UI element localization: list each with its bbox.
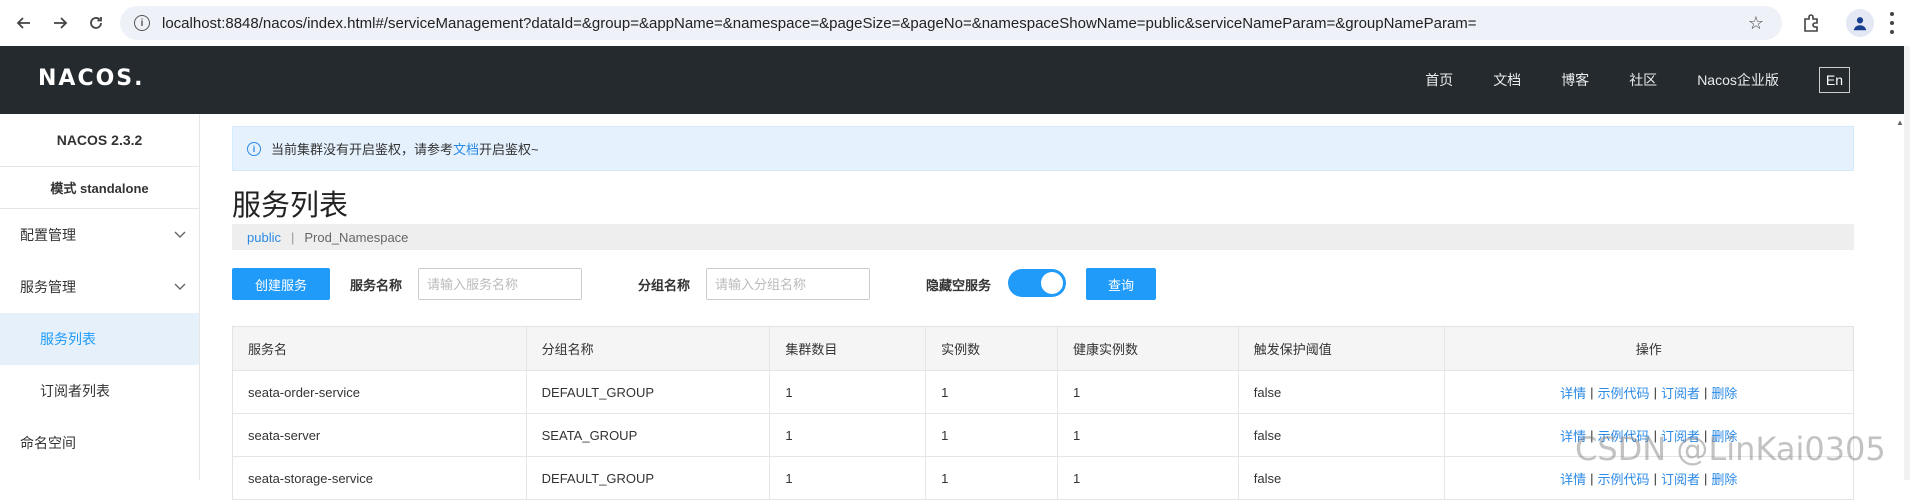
col-group-name: 分组名称 — [527, 327, 771, 370]
app-header: NACOS. 首页 文档 博客 社区 Nacos企业版 En — [0, 46, 1904, 114]
nav-community[interactable]: 社区 — [1629, 70, 1657, 90]
cell-group-name: DEFAULT_GROUP — [527, 371, 771, 413]
col-service-name: 服务名 — [233, 327, 527, 370]
nav-docs[interactable]: 文档 — [1493, 70, 1521, 90]
cell-operations: 详情 | 示例代码 | 订阅者 | 删除 — [1445, 371, 1853, 413]
op-separator: | — [1590, 470, 1594, 486]
col-cluster-count: 集群数目 — [770, 327, 927, 370]
namespace-prod[interactable]: Prod_Namespace — [304, 230, 408, 245]
sample-code-link[interactable]: 示例代码 — [1598, 469, 1650, 488]
address-bar[interactable]: i localhost:8848/nacos/index.html#/servi… — [120, 6, 1782, 40]
subscriber-link[interactable]: 订阅者 — [1661, 469, 1700, 488]
cell-service-name: seata-server — [233, 414, 527, 456]
bookmark-star-icon[interactable]: ☆ — [1748, 13, 1764, 34]
cell-instance-count: 1 — [926, 414, 1058, 456]
sidebar-mode: 模式 standalone — [0, 167, 199, 209]
info-icon: i — [247, 141, 261, 156]
language-switch-button[interactable]: En — [1818, 67, 1850, 93]
top-nav: 首页 文档 博客 社区 Nacos企业版 En — [1385, 46, 1850, 114]
create-service-button[interactable]: 创建服务 — [232, 268, 330, 300]
group-name-label: 分组名称 — [638, 278, 691, 293]
reload-icon[interactable] — [78, 5, 114, 41]
sidebar-item-label: 服务管理 — [20, 279, 76, 295]
sidebar-item-service-management[interactable]: 服务管理 — [0, 261, 199, 313]
service-table: 服务名 分组名称 集群数目 实例数 健康实例数 触发保护阈值 操作 seata-… — [232, 326, 1854, 500]
hide-empty-label: 隐藏空服务 — [926, 278, 992, 293]
extensions-icon[interactable] — [1796, 8, 1826, 38]
sidebar-item-service-list[interactable]: 服务列表 — [0, 313, 199, 365]
auth-notice: i 当前集群没有开启鉴权，请参考 文档 开启鉴权~ — [232, 126, 1854, 171]
cell-cluster-count: 1 — [770, 371, 927, 413]
table-row: seata-order-service DEFAULT_GROUP 1 1 1 … — [233, 371, 1853, 414]
cell-instance-count: 1 — [926, 371, 1058, 413]
sidebar-item-namespace[interactable]: 命名空间 — [0, 417, 199, 469]
profile-avatar-icon[interactable] — [1846, 9, 1874, 37]
sample-code-link[interactable]: 示例代码 — [1598, 383, 1650, 402]
col-operations: 操作 — [1635, 342, 1662, 357]
cell-instance-count: 1 — [926, 457, 1058, 499]
cell-service-name: seata-storage-service — [233, 457, 527, 499]
op-separator: | — [1653, 384, 1657, 400]
url-text[interactable]: localhost:8848/nacos/index.html#/service… — [162, 15, 1477, 32]
op-separator: | — [1703, 384, 1708, 400]
sidebar-item-label: 配置管理 — [20, 227, 76, 243]
op-separator: | — [1703, 470, 1708, 486]
table-header-row: 服务名 分组名称 集群数目 实例数 健康实例数 触发保护阈值 操作 — [233, 327, 1853, 371]
op-separator: | — [1590, 384, 1594, 400]
filter-bar: 创建服务 服务名称 分组名称 隐藏空服务 查询 — [232, 268, 1854, 300]
cell-service-name: seata-order-service — [233, 371, 527, 413]
cell-cluster-count: 1 — [770, 457, 927, 499]
namespace-bar: public | Prod_Namespace — [232, 224, 1854, 250]
op-separator: | — [1653, 470, 1657, 486]
col-healthy-count: 健康实例数 — [1058, 327, 1239, 370]
sidebar: NACOS 2.3.2 模式 standalone 配置管理 服务管理 服务列表… — [0, 114, 200, 480]
delete-link[interactable]: 删除 — [1711, 383, 1737, 402]
notice-suffix: 开启鉴权~ — [479, 142, 539, 157]
namespace-public[interactable]: public — [247, 230, 281, 245]
cell-cluster-count: 1 — [770, 414, 927, 456]
sidebar-item-subscriber-list[interactable]: 订阅者列表 — [0, 365, 199, 417]
toggle-knob — [1041, 272, 1063, 294]
detail-link[interactable]: 详情 — [1560, 383, 1586, 402]
namespace-separator: | — [290, 229, 295, 245]
back-icon[interactable] — [6, 5, 42, 41]
browser-menu-icon[interactable] — [1884, 12, 1900, 34]
notice-prefix: 当前集群没有开启鉴权，请参考 — [271, 142, 454, 157]
detail-link[interactable]: 详情 — [1560, 469, 1586, 488]
forward-icon[interactable] — [42, 5, 78, 41]
nav-enterprise[interactable]: Nacos企业版 — [1697, 70, 1779, 90]
cell-protect-threshold: false — [1239, 457, 1445, 499]
browser-toolbar: i localhost:8848/nacos/index.html#/servi… — [0, 0, 1910, 46]
service-name-input[interactable] — [418, 268, 582, 300]
csdn-watermark: CSDN @LinKai0305 — [1575, 430, 1886, 468]
cell-group-name: DEFAULT_GROUP — [527, 457, 771, 499]
chevron-down-icon — [174, 231, 186, 238]
sidebar-item-label: 命名空间 — [20, 435, 76, 451]
scroll-up-arrow-icon[interactable]: ▲ — [1896, 118, 1904, 127]
sidebar-version: NACOS 2.3.2 — [0, 114, 199, 167]
notice-docs-link[interactable]: 文档 — [453, 139, 479, 158]
nav-home[interactable]: 首页 — [1425, 70, 1453, 90]
nacos-logo[interactable]: NACOS. — [38, 66, 145, 91]
hide-empty-toggle[interactable] — [1008, 269, 1066, 297]
subscriber-link[interactable]: 订阅者 — [1661, 383, 1700, 402]
sidebar-item-config-management[interactable]: 配置管理 — [0, 209, 199, 261]
cell-protect-threshold: false — [1239, 371, 1445, 413]
cell-group-name: SEATA_GROUP — [527, 414, 771, 456]
cell-healthy-count: 1 — [1058, 457, 1239, 499]
page-scrollbar[interactable] — [1904, 46, 1910, 480]
query-button[interactable]: 查询 — [1086, 268, 1156, 300]
nav-blog[interactable]: 博客 — [1561, 70, 1589, 90]
service-name-label: 服务名称 — [350, 278, 403, 293]
delete-link[interactable]: 删除 — [1711, 469, 1737, 488]
group-name-input[interactable] — [706, 268, 870, 300]
site-info-icon[interactable]: i — [134, 15, 150, 31]
page-title: 服务列表 — [232, 190, 349, 222]
chevron-down-icon — [174, 283, 186, 290]
cell-healthy-count: 1 — [1058, 414, 1239, 456]
cell-healthy-count: 1 — [1058, 371, 1239, 413]
cell-protect-threshold: false — [1239, 414, 1445, 456]
col-instance-count: 实例数 — [926, 327, 1058, 370]
col-protect-threshold: 触发保护阈值 — [1239, 327, 1445, 370]
